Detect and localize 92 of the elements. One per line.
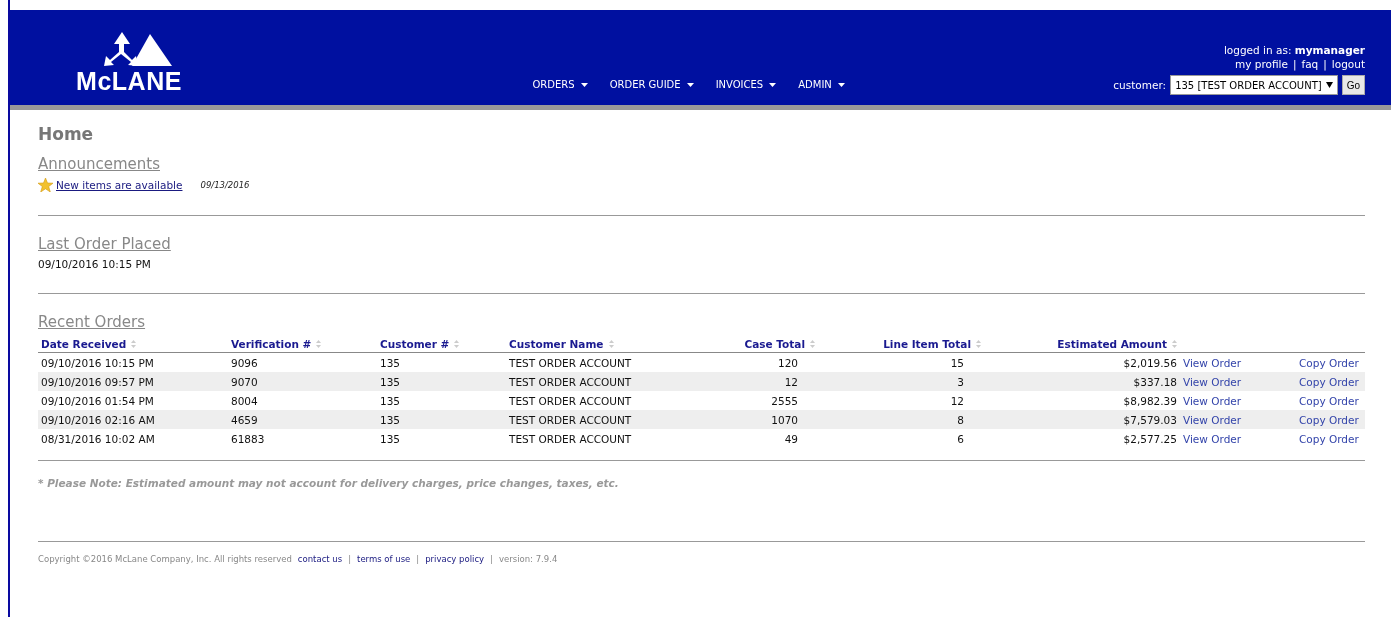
- table-cell: 3: [957, 375, 964, 388]
- dropdown-icon: [1325, 82, 1333, 88]
- column-header[interactable]: Customer #: [377, 336, 506, 353]
- separator: |: [348, 554, 352, 564]
- sort-icon: [976, 340, 981, 348]
- column-header[interactable]: Customer Name: [506, 336, 692, 353]
- column-header[interactable]: Line Item Total: [818, 336, 984, 353]
- column-header[interactable]: Case Total: [692, 336, 818, 353]
- last-order-date: 09/10/2016 10:15 PM: [38, 258, 152, 270]
- table-cell: 49: [784, 432, 798, 445]
- table-cell: $2,577.25: [1123, 432, 1177, 445]
- sort-icon: [810, 340, 815, 348]
- separator: |: [1323, 58, 1327, 70]
- star-icon: [38, 178, 53, 192]
- username: mymanager: [1294, 44, 1365, 56]
- nav-menu[interactable]: ORDERS: [532, 79, 588, 90]
- sort-icon: [454, 340, 460, 348]
- table-cell: 8004: [231, 394, 258, 407]
- table-cell: 2555: [771, 394, 798, 407]
- table-cell: 61883: [231, 432, 265, 445]
- table-cell: TEST ORDER ACCOUNT: [509, 375, 632, 388]
- footer-text: version: 7.9.4: [499, 554, 558, 564]
- caret-icon: [686, 82, 694, 87]
- table-cell: 09/10/2016 02:16 AM: [41, 413, 155, 426]
- customer-select[interactable]: 135 [TEST ORDER ACCOUNT]: [1170, 75, 1338, 95]
- announcement-link[interactable]: New items are available: [56, 179, 183, 191]
- separator: |: [490, 554, 493, 564]
- logo-text: McLANE: [76, 68, 182, 94]
- nav-menu[interactable]: ORDER GUIDE: [609, 79, 694, 90]
- table-cell: 9096: [231, 356, 258, 369]
- column-header[interactable]: Date Received: [38, 336, 228, 353]
- caret-icon: [580, 82, 588, 87]
- sort-icon: [608, 340, 614, 348]
- table-cell: 09/10/2016 09:57 PM: [41, 375, 154, 388]
- nav-menu[interactable]: ADMIN: [798, 79, 845, 90]
- table-cell: TEST ORDER ACCOUNT: [509, 413, 632, 426]
- footer-link[interactable]: privacy policy: [425, 554, 485, 564]
- view-order-link[interactable]: View Order: [1183, 432, 1242, 445]
- table-cell: 12: [950, 394, 964, 407]
- user-link[interactable]: logout: [1331, 58, 1365, 70]
- table-cell: 120: [777, 356, 798, 369]
- announcement-date: 09/13/2016: [200, 180, 250, 190]
- footer-link[interactable]: terms of use: [357, 554, 411, 564]
- sort-icon: [131, 340, 137, 348]
- table-cell: 6: [957, 432, 964, 445]
- caret-icon: [769, 82, 777, 87]
- table-cell: 135: [380, 413, 401, 426]
- table-cell: TEST ORDER ACCOUNT: [509, 394, 632, 407]
- table-cell: TEST ORDER ACCOUNT: [509, 356, 632, 369]
- footer-link[interactable]: contact us: [297, 554, 343, 564]
- table-cell: 09/10/2016 01:54 PM: [41, 394, 154, 407]
- customer-label: customer:: [1113, 79, 1167, 91]
- user-link[interactable]: my profile: [1234, 58, 1288, 70]
- table-cell: 135: [380, 375, 401, 388]
- table-cell: 15: [950, 356, 964, 369]
- table-cell: 135: [380, 356, 401, 369]
- table-cell: 8: [957, 413, 964, 426]
- table-cell: 135: [380, 394, 401, 407]
- view-order-link[interactable]: View Order: [1183, 356, 1242, 369]
- go-button[interactable]: Go: [1341, 75, 1365, 95]
- copy-order-link[interactable]: Copy Order: [1299, 432, 1359, 445]
- caret-icon: [837, 82, 845, 87]
- table-cell: TEST ORDER ACCOUNT: [509, 432, 632, 445]
- table-cell: 4659: [231, 413, 258, 426]
- sort-icon: [1172, 340, 1177, 348]
- footer-text: Copyright ©2016 McLane Company, Inc. All rights reserved: [38, 554, 292, 564]
- note-text: * Please Note: Estimated amount may not account for delivery charges, price changes, taxes, etc.: [38, 477, 620, 489]
- table-cell: 09/10/2016 10:15 PM: [41, 356, 154, 369]
- table-cell: $2,019.56: [1123, 356, 1177, 369]
- copy-order-link[interactable]: Copy Order: [1299, 394, 1359, 407]
- page-title: Home: [38, 124, 95, 144]
- separator: |: [1292, 58, 1297, 70]
- user-link[interactable]: faq: [1301, 58, 1319, 70]
- separator: |: [416, 554, 420, 564]
- table-cell: $7,579.03: [1123, 413, 1177, 426]
- section-title: Recent Orders: [38, 313, 146, 331]
- section-title: Last Order Placed: [38, 235, 171, 253]
- column-header[interactable]: Estimated Amount: [984, 336, 1180, 353]
- copy-order-link[interactable]: Copy Order: [1299, 356, 1359, 369]
- table-cell: 9070: [231, 375, 258, 388]
- sort-icon: [316, 340, 322, 348]
- table-cell: 12: [784, 375, 798, 388]
- table-cell: $8,982.39: [1123, 394, 1177, 407]
- view-order-link[interactable]: View Order: [1183, 394, 1242, 407]
- logged-in-label: logged in as:: [1223, 44, 1292, 56]
- table-cell: 08/31/2016 10:02 AM: [41, 432, 155, 445]
- column-header[interactable]: Verification #: [228, 336, 377, 353]
- table-cell: $337.18: [1133, 375, 1177, 388]
- table-cell: 1070: [771, 413, 798, 426]
- nav-menu[interactable]: INVOICES: [715, 79, 777, 90]
- section-title: Announcements: [38, 155, 160, 173]
- table-cell: 135: [380, 432, 401, 445]
